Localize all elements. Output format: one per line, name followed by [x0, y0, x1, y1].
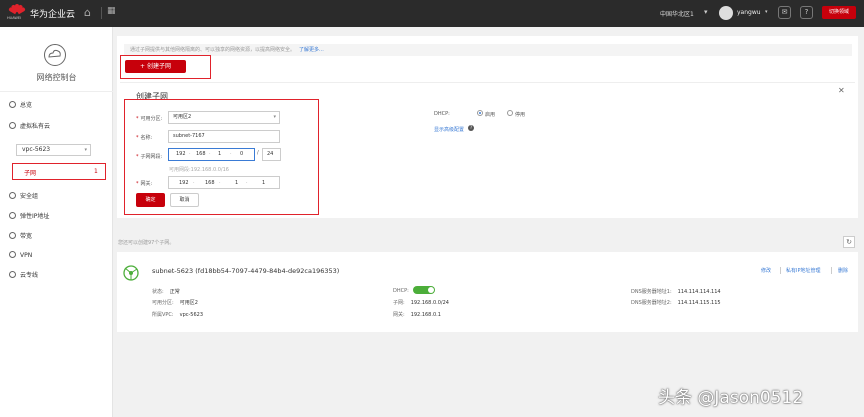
- sidebar-item-overview[interactable]: 总览: [9, 100, 32, 109]
- create-subnet-button[interactable]: + 创建子网: [125, 60, 186, 73]
- overview-icon: [9, 101, 16, 108]
- cidr-label: * 子网网段:: [136, 154, 163, 160]
- sidebar-item-subnet[interactable]: 子网: [24, 168, 36, 177]
- username[interactable]: yangwu: [737, 9, 761, 16]
- remaining-quota-text: 您还可以创建97个子网。: [118, 240, 175, 246]
- subnet-list-item: [117, 252, 858, 332]
- sidebar-item-eip[interactable]: 弹性IP地址: [9, 211, 49, 220]
- sidebar-item-direct-connect[interactable]: 云专线: [9, 270, 38, 279]
- dhcp-field-label: DHCP:: [393, 288, 409, 294]
- cidr-mask-input[interactable]: 24: [262, 148, 281, 161]
- refresh-icon[interactable]: ↻: [843, 236, 855, 248]
- vpc-select[interactable]: vpc-5623 ▾: [16, 144, 91, 156]
- home-icon[interactable]: ⌂: [84, 6, 91, 19]
- az-label: * 可用分区:: [136, 116, 163, 122]
- learn-more-link[interactable]: 了解更多...: [299, 47, 324, 53]
- cidr-octet-4[interactable]: 0: [240, 151, 243, 157]
- user-dropdown-icon[interactable]: ▾: [765, 9, 768, 15]
- confirm-button[interactable]: 确定: [136, 193, 165, 207]
- cidr-field: 子网: 192.168.0.0/24: [393, 300, 449, 306]
- services-menu-icon[interactable]: ▦: [107, 6, 116, 16]
- direct-connect-icon: [9, 271, 16, 278]
- network-console-icon: [44, 44, 66, 66]
- private-ip-manage-link[interactable]: 私有IP地址管理: [786, 267, 821, 274]
- gateway-octet-4[interactable]: 1: [262, 180, 265, 186]
- dhcp-label: DHCP:: [434, 111, 450, 117]
- region-dropdown-icon[interactable]: ▾: [704, 8, 708, 16]
- avatar[interactable]: [719, 6, 733, 20]
- watermark: 头条 @Jason0512: [658, 388, 804, 408]
- console-title: 网络控制台: [36, 73, 77, 82]
- top-red-button[interactable]: 切换领域: [822, 6, 856, 19]
- status-field: 状态: 正常: [152, 289, 180, 295]
- az-select[interactable]: 可用区2 ▾: [168, 111, 280, 124]
- cidr-octet-3[interactable]: 1: [218, 151, 221, 157]
- dns1-field: DNS服务器地址1: 114.114.114.114: [631, 289, 721, 295]
- gateway-octet-3[interactable]: 1: [235, 180, 238, 186]
- advanced-config-link[interactable]: 显示高级配置: [434, 126, 464, 133]
- sidebar: 网络控制台: [0, 27, 113, 417]
- message-icon[interactable]: ✉: [778, 6, 791, 19]
- dhcp-enable-radio[interactable]: [477, 110, 483, 116]
- vpc-icon: [9, 122, 16, 129]
- gateway-label: * 网关:: [136, 181, 153, 187]
- bandwidth-icon: [9, 232, 16, 239]
- top-bar: HUAWEI 华为企业云 ⌂ ▦ 中国华北区1 ▾ yangwu ▾ ✉ ? 切…: [0, 0, 864, 27]
- eip-icon: [9, 212, 16, 219]
- gateway-octet-1[interactable]: 192: [179, 180, 189, 186]
- dhcp-disable-label: 停用: [515, 112, 526, 118]
- vpc-field: 所属VPC: vpc-5623: [152, 312, 204, 318]
- dns2-field: DNS服务器地址2: 114.114.115.115: [631, 300, 721, 306]
- dhcp-toggle[interactable]: [413, 286, 435, 294]
- cidr-hint: 可用网段:192.168.0.0/16: [169, 167, 229, 173]
- cancel-button[interactable]: 取消: [170, 193, 199, 207]
- chevron-down-icon: ▾: [84, 147, 87, 153]
- sidebar-item-vpc[interactable]: 虚拟私有云: [9, 121, 50, 130]
- question-icon[interactable]: ?: [468, 125, 474, 131]
- plus-icon: +: [140, 63, 147, 70]
- huawei-logo: HUAWEI: [6, 3, 28, 23]
- gateway-field: 网关: 192.168.0.1: [393, 312, 441, 318]
- subnet-id: (fd18bb54-7097-4479-84b4-de92ca196353): [195, 267, 340, 275]
- brand-title: 华为企业云: [30, 10, 76, 20]
- az-field: 可用分区: 可用区2: [152, 300, 198, 306]
- close-icon[interactable]: ✕: [838, 86, 845, 95]
- dhcp-disable-radio[interactable]: [507, 110, 513, 116]
- sidebar-item-security-group[interactable]: 安全组: [9, 191, 38, 200]
- security-group-icon: [9, 192, 16, 199]
- sidebar-item-vpn[interactable]: VPN: [9, 251, 32, 259]
- chevron-down-icon: ▾: [273, 114, 276, 120]
- help-icon[interactable]: ?: [800, 6, 813, 19]
- cidr-octet-1[interactable]: 192: [176, 151, 186, 157]
- subnet-name[interactable]: subnet-5623 (fd18bb54-7097-4479-84b4-de9…: [152, 267, 339, 275]
- info-banner: 通过子网提供与其他网络隔离的、可以独享的网络资源，以提高网络安全。 了解更多...: [124, 44, 852, 56]
- name-input[interactable]: subnet-7167: [168, 130, 280, 143]
- sidebar-item-bandwidth[interactable]: 带宽: [9, 231, 32, 240]
- modify-link[interactable]: 修改: [761, 267, 771, 274]
- delete-link[interactable]: 删除: [838, 267, 848, 274]
- vpn-icon: [9, 251, 16, 258]
- subnet-count: 1: [94, 168, 98, 175]
- gateway-octet-2[interactable]: 168: [205, 180, 215, 186]
- subnet-icon: [123, 265, 139, 281]
- cidr-octet-2[interactable]: 168: [196, 151, 206, 157]
- name-label: * 名称:: [136, 135, 153, 141]
- dhcp-enable-label: 启用: [485, 112, 496, 118]
- region-selector[interactable]: 中国华北区1: [660, 9, 694, 18]
